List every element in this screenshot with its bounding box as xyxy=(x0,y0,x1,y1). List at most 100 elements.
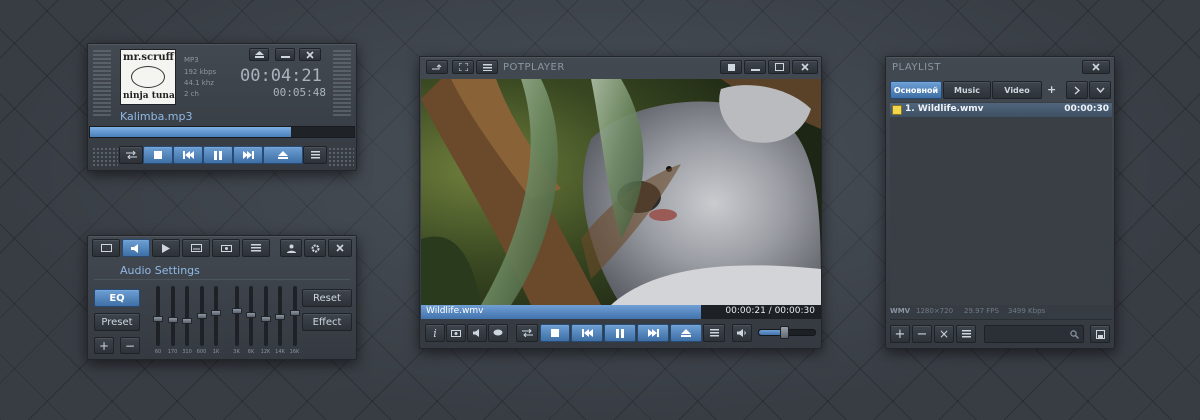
minimize-icon xyxy=(750,68,760,71)
effect-button[interactable]: Effect xyxy=(302,313,352,331)
subtitle-tab-button[interactable] xyxy=(182,239,210,257)
minimize-button[interactable] xyxy=(275,48,295,61)
fullscreen-button[interactable] xyxy=(452,60,474,74)
list-item[interactable]: 1. Wildlife.wmv 00:00:30 xyxy=(890,103,1112,117)
close-button[interactable] xyxy=(328,239,352,257)
eq-slider-knob[interactable] xyxy=(196,313,207,319)
next-tab-button[interactable] xyxy=(1066,81,1088,99)
eq-slider-60[interactable] xyxy=(153,286,163,346)
eq-slider-knob[interactable] xyxy=(231,307,242,314)
seek-bar[interactable]: Wildlife.wmv 00:00:21 / 00:00:30 xyxy=(421,305,821,319)
add-file-button[interactable]: + xyxy=(890,325,910,343)
codec-text: MP3 xyxy=(184,56,199,64)
eq-slider-170[interactable] xyxy=(167,286,178,346)
save-playlist-button[interactable] xyxy=(1090,325,1110,343)
bitrate-text: 192 kbps xyxy=(184,68,217,76)
eq-slider-12K[interactable] xyxy=(260,286,271,346)
eq-button[interactable]: EQ xyxy=(94,289,140,307)
playlist-toggle-button[interactable] xyxy=(119,146,143,164)
search-input[interactable] xyxy=(987,328,1067,340)
menu-button[interactable] xyxy=(476,60,498,74)
eq-slider-knob[interactable] xyxy=(246,311,256,318)
eq-slider-310[interactable] xyxy=(182,286,192,346)
tab-music[interactable]: Music xyxy=(943,81,991,99)
eq-slider-knob[interactable] xyxy=(167,317,178,324)
reset-button[interactable]: Reset xyxy=(302,289,352,307)
stop-button[interactable] xyxy=(143,146,173,164)
settings-button[interactable] xyxy=(304,239,326,257)
capture-button[interactable] xyxy=(446,324,466,342)
eq-slider-knob[interactable] xyxy=(211,310,221,317)
tab-menu-button[interactable] xyxy=(1089,81,1111,99)
open-button[interactable] xyxy=(263,146,303,164)
eq-minus-button[interactable]: − xyxy=(120,337,140,354)
minimize-button[interactable] xyxy=(744,60,766,74)
next-button[interactable] xyxy=(637,324,669,342)
skin-button[interactable] xyxy=(280,239,302,257)
always-on-top-button[interactable] xyxy=(720,60,742,74)
close-button[interactable] xyxy=(299,48,321,61)
capture-tab-button[interactable] xyxy=(212,239,240,257)
eq-slider-16K[interactable] xyxy=(289,286,300,346)
mini-player-window: mr.scruff ninja tuna MP3 192 kbps 44.1 k… xyxy=(87,43,357,171)
tab-main[interactable]: Основной xyxy=(890,81,942,99)
list-tab-button[interactable] xyxy=(242,239,270,257)
rotate-button[interactable] xyxy=(426,60,448,74)
eq-slider-knob[interactable] xyxy=(153,315,163,322)
menu-button[interactable] xyxy=(249,48,269,61)
list-button[interactable] xyxy=(303,146,327,164)
eq-slider-6K[interactable] xyxy=(246,286,256,346)
eq-slider-knob[interactable] xyxy=(275,314,285,321)
previous-button[interactable] xyxy=(571,324,603,342)
seek-bar[interactable] xyxy=(89,126,355,138)
eq-slider-knob[interactable] xyxy=(289,310,300,317)
file-fps: 29.97 FPS xyxy=(964,307,999,315)
pause-icon xyxy=(214,150,222,160)
stop-button[interactable] xyxy=(540,324,570,342)
pause-button[interactable] xyxy=(604,324,636,342)
mute-button[interactable] xyxy=(732,324,752,342)
eq-band-label: 6K xyxy=(247,349,255,355)
video-tab-button[interactable] xyxy=(92,239,120,257)
playlist-button[interactable] xyxy=(703,324,725,342)
playlist-area[interactable]: 1. Wildlife.wmv 00:00:30 xyxy=(890,102,1112,305)
tab-video[interactable]: Video xyxy=(992,81,1042,99)
track-filename: Kalimba.mp3 xyxy=(120,110,193,123)
eq-slider-1K[interactable] xyxy=(211,286,221,346)
left-vu-meter xyxy=(93,50,111,116)
eject-icon xyxy=(254,51,264,58)
eject-icon xyxy=(278,151,288,159)
eq-slider-knob[interactable] xyxy=(260,315,271,322)
remove-file-button[interactable]: − xyxy=(912,325,932,343)
eq-slider-600[interactable] xyxy=(196,286,207,346)
next-button[interactable] xyxy=(233,146,263,164)
open-button[interactable] xyxy=(670,324,702,342)
repeat-button[interactable] xyxy=(516,324,538,342)
maximize-button[interactable] xyxy=(768,60,790,74)
audio-button[interactable] xyxy=(467,324,487,342)
eq-slider-14K[interactable] xyxy=(275,286,285,346)
window-title: POTPLAYER xyxy=(503,62,565,73)
add-tab-button[interactable]: + xyxy=(1047,83,1056,96)
playback-tab-button[interactable] xyxy=(152,239,180,257)
audio-tab-button[interactable] xyxy=(122,239,150,257)
info-button[interactable]: i xyxy=(425,324,445,342)
volume-slider-knob[interactable] xyxy=(780,326,790,339)
preset-button[interactable]: Preset xyxy=(94,313,140,331)
video-frame[interactable] xyxy=(421,79,821,305)
eq-slider-knob[interactable] xyxy=(182,318,192,325)
monitor-icon xyxy=(100,244,112,252)
list-options-button[interactable] xyxy=(956,325,976,343)
close-button[interactable] xyxy=(1082,60,1110,74)
clear-list-button[interactable]: × xyxy=(934,325,954,343)
volume-slider[interactable] xyxy=(758,326,816,339)
file-format: WMV xyxy=(890,307,911,315)
close-button[interactable] xyxy=(792,60,818,74)
previous-button[interactable] xyxy=(173,146,203,164)
eq-slider-3K[interactable] xyxy=(231,286,242,346)
list-item-label: 1. Wildlife.wmv xyxy=(905,104,984,114)
koala-video-image xyxy=(421,79,821,305)
pause-button[interactable] xyxy=(203,146,233,164)
eq-plus-button[interactable]: + xyxy=(94,337,114,354)
subtitle-button[interactable] xyxy=(488,324,508,342)
